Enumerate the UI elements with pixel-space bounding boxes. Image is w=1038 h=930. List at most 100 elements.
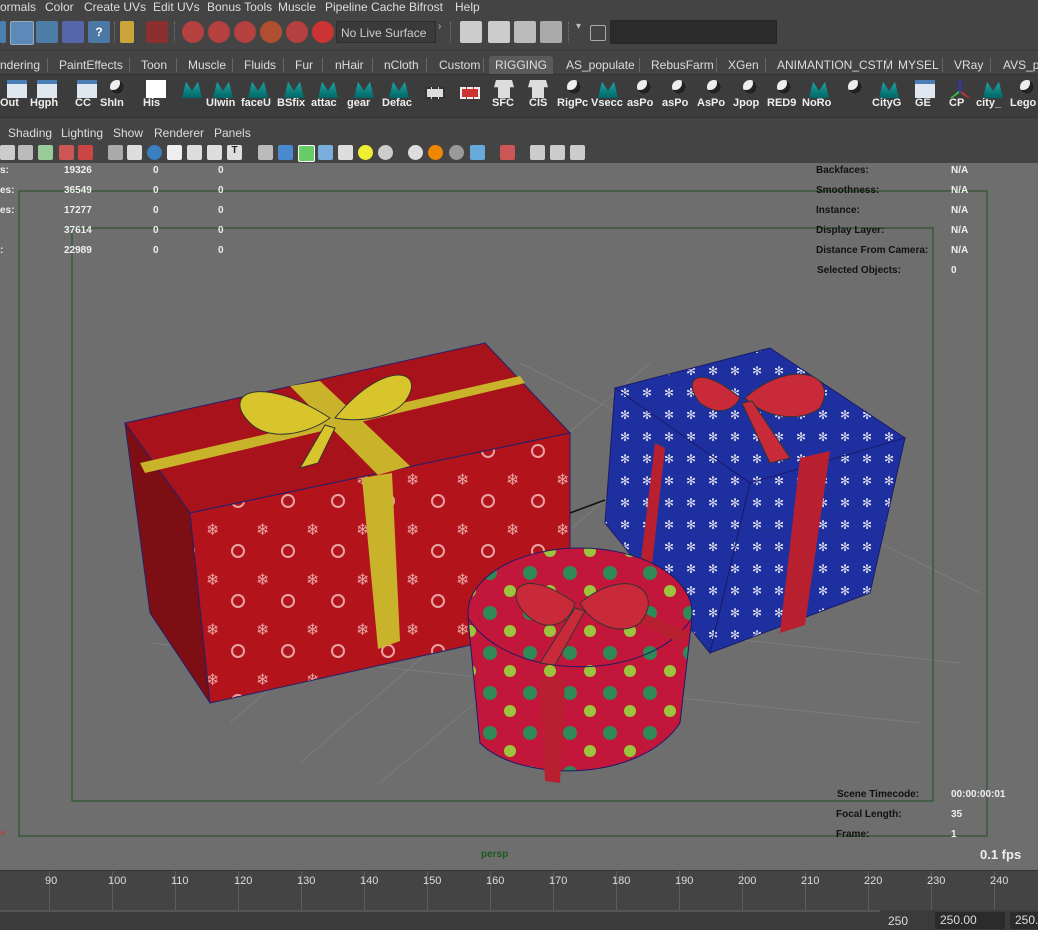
tab-toon[interactable]: Toon (141, 56, 167, 74)
tab-fur[interactable]: Fur (295, 56, 313, 74)
tab-rigging[interactable]: RIGGING (489, 56, 554, 74)
shelf-button-red9[interactable]: RED9 (767, 75, 801, 117)
camera-attributes-icon[interactable] (0, 145, 15, 160)
wireframe-icon[interactable] (108, 145, 123, 160)
menu-panels[interactable]: Panels (214, 126, 251, 140)
shelf-button-cc[interactable]: CC (70, 75, 104, 117)
shelf-button-jpop[interactable]: Jpop (733, 75, 767, 117)
tab-rebusfarm[interactable]: RebusFarm (651, 56, 714, 74)
menu-bonus-tools[interactable]: Bonus Tools (207, 0, 272, 15)
film-gate-icon[interactable] (318, 145, 333, 160)
perspective-viewport[interactable]: ✻ ❄ (0, 163, 1038, 870)
select-camera-icon[interactable] (500, 145, 515, 160)
vertex-select-icon[interactable] (10, 21, 34, 45)
shelf-button-his[interactable]: His (139, 75, 173, 117)
snap-view-icon[interactable] (260, 21, 282, 43)
light-icon[interactable] (358, 145, 373, 160)
depth-of-field-icon[interactable] (470, 145, 485, 160)
time-slider[interactable]: 90 100 110 120 130 140 150 160 170 180 1… (0, 870, 1038, 911)
shelf-button-film-red[interactable] (453, 75, 487, 117)
shelf-button-vsecc[interactable]: Vsecc (591, 75, 625, 117)
view-transform-icon[interactable] (59, 145, 74, 160)
shelf-button-aspo-1[interactable]: asPo (627, 75, 661, 117)
range-bar[interactable] (0, 910, 880, 912)
shadow-icon[interactable] (378, 145, 393, 160)
shelf-button-aspo-2[interactable]: asPo (662, 75, 696, 117)
menu-create-uvs[interactable]: Create UVs (84, 0, 146, 15)
tab-fluids[interactable]: Fluids (244, 56, 276, 74)
tab-nhair[interactable]: nHair (335, 56, 364, 74)
help-icon[interactable]: ? (88, 21, 110, 43)
pencil-icon[interactable] (78, 145, 93, 160)
tab-mysel[interactable]: MYSEL (898, 56, 939, 74)
range-max-field[interactable]: 250. (1010, 912, 1038, 929)
animation-end-field[interactable]: 250.00 (935, 912, 1005, 929)
input-mode-icon[interactable] (590, 25, 606, 41)
snap-grid-icon[interactable] (182, 21, 204, 43)
shelf-button-attac[interactable]: attac (311, 75, 345, 117)
shelf-button-py[interactable] (838, 75, 872, 117)
tab-ncloth[interactable]: nCloth (384, 56, 419, 74)
cube-icon[interactable] (258, 145, 273, 160)
shelf-button-shin[interactable]: ShIn (100, 75, 134, 117)
shelf-button-uiwin[interactable]: UIwin (206, 75, 240, 117)
menu-edit-uvs[interactable]: Edit UVs (153, 0, 200, 15)
shelf-button-defac[interactable]: Defac (382, 75, 416, 117)
tab-xgen[interactable]: XGen (728, 56, 759, 74)
tab-custom[interactable]: Custom (439, 56, 480, 74)
smooth-shade-icon[interactable] (147, 145, 162, 160)
image-plane-icon[interactable] (38, 145, 53, 160)
wire-on-shaded-icon[interactable] (187, 145, 202, 160)
live-surface-field[interactable]: No Live Surface (336, 21, 436, 43)
tab-vray[interactable]: VRay (954, 56, 983, 74)
menu-color[interactable]: Color (45, 0, 74, 15)
antialias-icon[interactable] (449, 145, 464, 160)
component-select-icon[interactable] (36, 21, 58, 43)
menu-help[interactable]: Help (455, 0, 480, 15)
chevron-right-icon[interactable]: › (438, 21, 446, 43)
chevron-down-icon[interactable]: ▾ (576, 21, 586, 43)
tab-animantion-cstm[interactable]: ANIMANTION_CSTM (777, 56, 893, 74)
quick-select-field[interactable] (610, 20, 777, 44)
snap-icon[interactable] (62, 21, 84, 43)
tab-as-populate[interactable]: AS_populate (566, 56, 635, 74)
render-frame-icon[interactable] (488, 21, 510, 43)
shelf-button-sfc[interactable]: SFC (487, 75, 521, 117)
tab-muscle[interactable]: Muscle (188, 56, 226, 74)
flat-shade-icon[interactable] (167, 145, 182, 160)
isolate-icon[interactable] (278, 145, 293, 160)
magnet-icon[interactable] (312, 21, 334, 43)
menu-show[interactable]: Show (113, 126, 143, 140)
menu-bifrost[interactable]: Bifrost (409, 0, 443, 15)
shelf-button-hgph[interactable]: Hgph (30, 75, 64, 117)
shelf-button-city[interactable]: city_ (976, 75, 1010, 117)
shelf-button-cityg[interactable]: CityG (872, 75, 906, 117)
shelf-button-faceu[interactable]: faceU (241, 75, 275, 117)
menu-shading[interactable]: Shading (8, 126, 52, 140)
tab-avs[interactable]: AVS_pl (1003, 56, 1038, 74)
render-settings-icon[interactable] (540, 21, 562, 43)
motion-blur-icon[interactable] (428, 145, 443, 160)
ipr-render-icon[interactable] (514, 21, 536, 43)
shelf-button-out[interactable]: Out (0, 75, 34, 117)
xray-icon[interactable] (207, 145, 222, 160)
menu-pipeline-cache[interactable]: Pipeline Cache (325, 0, 406, 15)
grid-icon[interactable] (127, 145, 142, 160)
shelf-button-gear[interactable]: gear (347, 75, 381, 117)
tab-painteffects[interactable]: PaintEffects (59, 56, 123, 74)
shelf-button-lego[interactable]: Lego (1010, 75, 1038, 117)
ortho-icon[interactable] (530, 145, 545, 160)
menu-normals[interactable]: ormals (0, 0, 36, 15)
render-view-icon[interactable] (460, 21, 482, 43)
snap-surface-icon[interactable] (286, 21, 308, 43)
shelf-button-noro[interactable]: NoRo (802, 75, 836, 117)
bookmark-icon[interactable] (18, 145, 33, 160)
shelf-button-mel-1[interactable] (175, 75, 209, 117)
snap-curve-icon[interactable] (208, 21, 230, 43)
snap-point-icon[interactable] (234, 21, 256, 43)
menu-renderer[interactable]: Renderer (154, 126, 204, 140)
select-mode-icon[interactable] (0, 21, 6, 43)
lock-icon[interactable] (120, 21, 134, 43)
shelf-button-aspo-3[interactable]: AsPo (697, 75, 731, 117)
menu-muscle[interactable]: Muscle (278, 0, 316, 15)
